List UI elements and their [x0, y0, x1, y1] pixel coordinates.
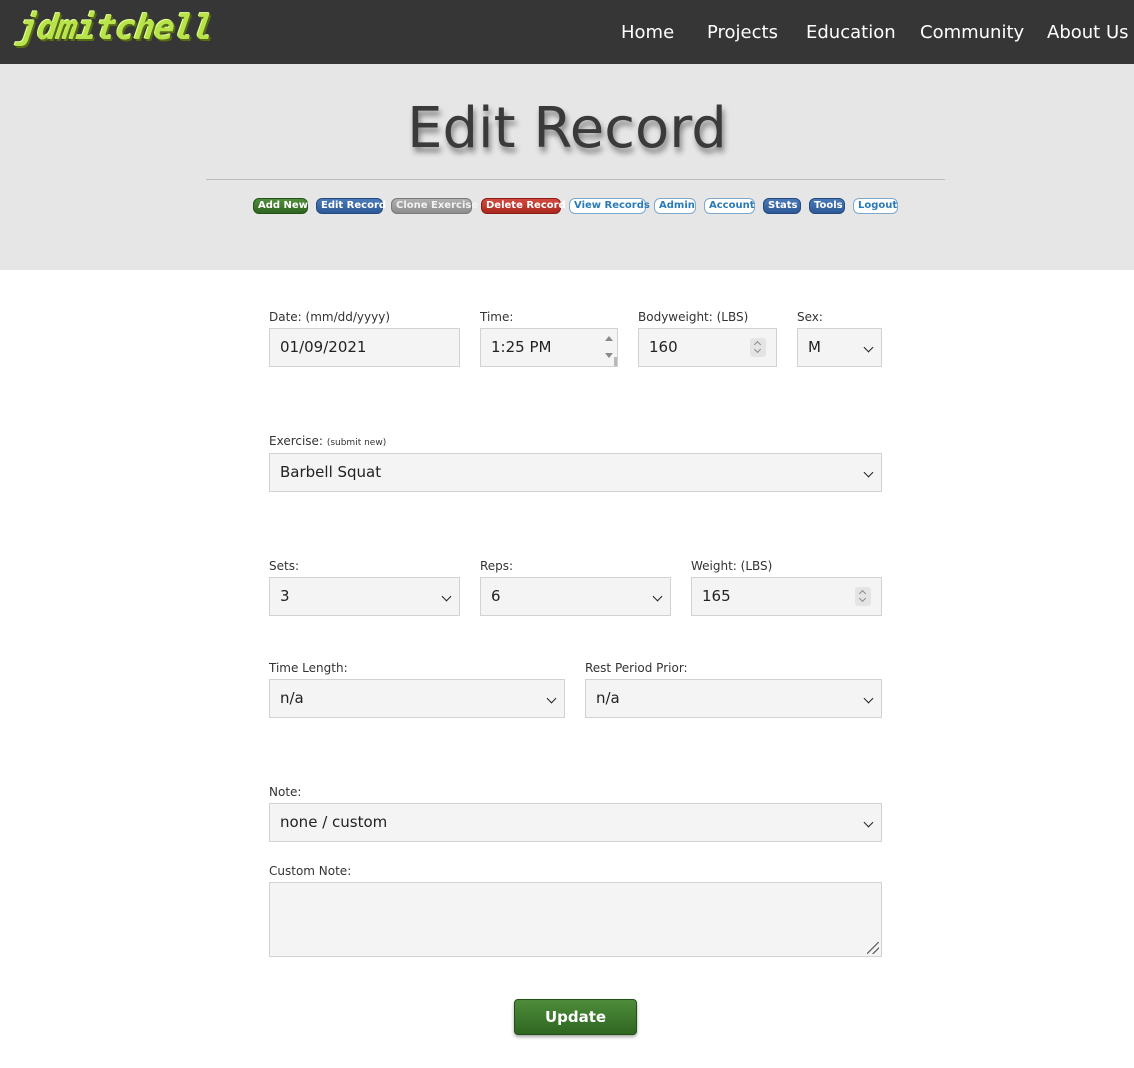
exercise-select[interactable]: Barbell Squat — [269, 453, 882, 492]
page-title: Edit Record — [407, 96, 727, 161]
view-records-button[interactable]: View Records — [569, 198, 650, 214]
chevron-down-icon — [863, 467, 874, 478]
sex-value: M — [808, 338, 821, 356]
stats-button[interactable]: Stats — [763, 198, 801, 214]
rest-period-select[interactable]: n/a — [585, 679, 882, 718]
chevron-down-icon — [546, 693, 557, 704]
date-label: Date: (mm/dd/yyyy) — [269, 310, 391, 324]
account-button[interactable]: Account — [704, 198, 755, 214]
chevron-down-icon — [652, 591, 663, 602]
logout-button[interactable]: Logout — [853, 198, 898, 214]
time-length-select[interactable]: n/a — [269, 679, 565, 718]
reps-label: Reps: — [480, 559, 514, 573]
nav-projects[interactable]: Projects — [707, 22, 778, 43]
sex-select[interactable]: M — [797, 328, 882, 367]
reps-value: 6 — [491, 587, 501, 605]
note-select[interactable]: none / custom — [269, 803, 882, 842]
delete-record-button[interactable]: Delete Record — [481, 198, 566, 214]
time-up-icon[interactable] — [605, 336, 613, 341]
tools-button[interactable]: Tools — [809, 198, 845, 214]
weight-input[interactable]: 165 — [691, 577, 882, 616]
time-spinner[interactable] — [601, 329, 617, 366]
nav-about-us[interactable]: About Us — [1047, 22, 1129, 43]
time-value: 1:25 PM — [491, 338, 552, 356]
date-input[interactable]: 01/09/2021 — [269, 328, 460, 367]
sex-label: Sex: — [797, 310, 823, 324]
sets-label: Sets: — [269, 559, 299, 573]
add-new-button[interactable]: Add New — [253, 198, 308, 214]
time-label: Time: — [480, 310, 514, 324]
nav-home[interactable]: Home — [621, 22, 674, 43]
edit-record-button[interactable]: Edit Record — [316, 198, 386, 214]
chevron-down-icon — [441, 591, 452, 602]
chevron-down-icon — [863, 342, 874, 353]
time-down-icon[interactable] — [605, 353, 613, 358]
bodyweight-label: Bodyweight: (LBS) — [638, 310, 749, 324]
weight-label: Weight: (LBS) — [691, 559, 773, 573]
time-scroll-indicator — [614, 357, 617, 366]
reps-select[interactable]: 6 — [480, 577, 671, 616]
bodyweight-input[interactable]: 160 — [638, 328, 777, 367]
time-length-label: Time Length: — [269, 661, 348, 675]
top-navbar: jdmitchell Home Projects Education Commu… — [0, 0, 1134, 64]
resize-grip-icon[interactable] — [867, 942, 879, 954]
update-record-button[interactable]: Update Record — [514, 999, 637, 1060]
page-header: Edit Record Add New Edit Record Clone Ex… — [0, 64, 1134, 270]
rest-period-label: Rest Period Prior: — [585, 661, 688, 675]
exercise-value: Barbell Squat — [280, 463, 382, 481]
exercise-label-text: Exercise: — [269, 434, 323, 448]
header-divider — [206, 179, 945, 180]
note-label: Note: — [269, 785, 302, 799]
nav-community[interactable]: Community — [920, 22, 1024, 43]
custom-note-textarea[interactable] — [269, 882, 882, 957]
sets-select[interactable]: 3 — [269, 577, 460, 616]
rest-period-value: n/a — [596, 689, 620, 707]
time-length-value: n/a — [280, 689, 304, 707]
chevron-down-icon — [863, 693, 874, 704]
nav-education[interactable]: Education — [806, 22, 896, 43]
date-value: 01/09/2021 — [280, 338, 367, 356]
weight-stepper-icon[interactable] — [855, 587, 871, 606]
time-input[interactable]: 1:25 PM — [480, 328, 618, 367]
bodyweight-value: 160 — [649, 338, 678, 356]
site-logo[interactable]: jdmitchell — [15, 8, 215, 48]
bodyweight-stepper-icon[interactable] — [750, 338, 766, 357]
exercise-hint: (submit new) — [326, 438, 387, 448]
weight-value: 165 — [702, 587, 731, 605]
clone-exercise-button[interactable]: Clone Exercise — [391, 198, 478, 214]
chevron-down-icon — [863, 817, 874, 828]
admin-button[interactable]: Admin — [654, 198, 696, 214]
note-value: none / custom — [280, 813, 388, 831]
custom-note-label: Custom Note: — [269, 864, 352, 878]
sets-value: 3 — [280, 587, 290, 605]
exercise-label: Exercise: (submit new) — [269, 434, 386, 448]
